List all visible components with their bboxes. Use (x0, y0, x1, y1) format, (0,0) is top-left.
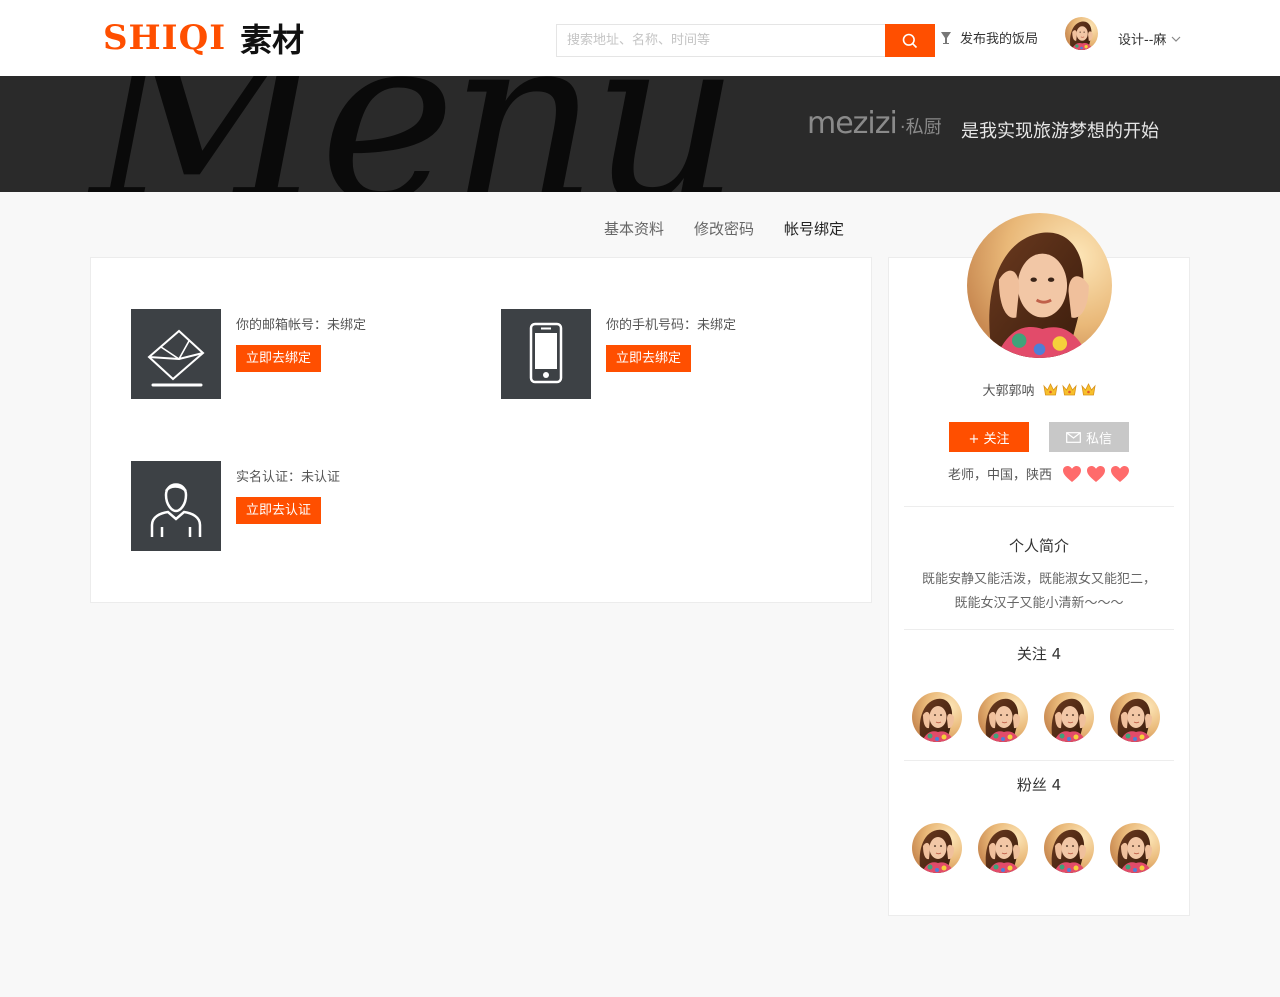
following-avatar[interactable] (912, 692, 962, 742)
profile-name-row: 大郭郭呐 (888, 380, 1190, 399)
following-title: 关注 4 (1016, 645, 1062, 663)
search-box (556, 24, 935, 57)
banner-brand: mezizi ·私厨 (807, 106, 942, 141)
bio-text: 既能安静又能活泼，既能淑女又能犯二， 既能女汉子又能小清新～～～ (904, 568, 1174, 616)
avatar-image (978, 823, 1028, 873)
avatar-image (978, 692, 1028, 742)
phone-binding: 你的手机号码：未绑定 立即去绑定 (501, 309, 736, 399)
email-binding-info: 你的邮箱帐号：未绑定 立即去绑定 (236, 309, 366, 399)
realname-tile (131, 461, 221, 551)
mobile-phone-icon (529, 322, 563, 384)
search-input[interactable] (557, 25, 887, 56)
phone-binding-status: 你的手机号码：未绑定 (606, 318, 737, 333)
verify-realname-button[interactable]: 立即去认证 (236, 497, 322, 524)
crown-icon (1042, 382, 1058, 395)
fan-avatar[interactable] (978, 823, 1028, 873)
avatar-image (912, 692, 962, 742)
profile-name: 大郭郭呐 (982, 384, 1035, 399)
header-avatar[interactable] (1065, 17, 1098, 50)
avatar-image (1065, 17, 1098, 50)
level-crowns (1039, 382, 1096, 397)
binding-panel: 你的邮箱帐号：未绑定 立即去绑定 你的手机号码：未绑定 立即去绑定 实名认证：未… (90, 257, 872, 603)
mail-icon (1066, 431, 1081, 443)
fan-avatar[interactable] (912, 823, 962, 873)
avatar-image (1044, 823, 1094, 873)
heart-icon (1063, 465, 1081, 482)
logo-text-en: SHIQI (103, 18, 227, 58)
following-avatar[interactable] (1110, 692, 1160, 742)
publish-link[interactable]: 发布我的饭局 (940, 28, 1038, 47)
settings-tabs: 基本资料 修改密码 帐号绑定 (604, 218, 844, 239)
hero-banner: Menu mezizi ·私厨 是我实现旅游梦想的开始 (0, 76, 1280, 192)
following-list (912, 692, 1176, 742)
bind-email-button[interactable]: 立即去绑定 (236, 345, 322, 372)
brand-text-en: mezizi (807, 106, 898, 141)
email-binding-status: 你的邮箱帐号：未绑定 (236, 318, 367, 333)
following-avatar[interactable] (978, 692, 1028, 742)
realname-status: 实名认证：未认证 (236, 470, 341, 485)
crown-icon (1080, 382, 1096, 395)
brand-text-cn: ·私厨 (899, 117, 942, 138)
divider (904, 760, 1174, 761)
phone-binding-info: 你的手机号码：未绑定 立即去绑定 (606, 309, 736, 399)
heart-icon (1087, 465, 1105, 482)
avatar-image (1044, 692, 1094, 742)
banner-slogan: 是我实现旅游梦想的开始 (961, 121, 1159, 142)
user-menu-label: 设计--麻 (1118, 33, 1167, 48)
search-icon (902, 33, 918, 49)
user-menu-dropdown[interactable]: 设计--麻 (1118, 29, 1181, 48)
avatar-image (1110, 823, 1160, 873)
following-avatar[interactable] (1044, 692, 1094, 742)
profile-avatar-image (967, 213, 1112, 358)
message-button-label: 私信 (1085, 431, 1112, 447)
follow-button[interactable]: + 关注 (949, 422, 1029, 452)
bio-title: 个人简介 (1008, 537, 1069, 555)
person-icon (150, 483, 202, 537)
fan-avatar[interactable] (1110, 823, 1160, 873)
avatar-image (912, 823, 962, 873)
phone-tile (501, 309, 591, 399)
profile-actions: + 关注 私信 (949, 422, 1129, 452)
heart-rating (1058, 465, 1130, 483)
tab-basic-info[interactable]: 基本资料 (604, 218, 664, 239)
heart-icon (1111, 465, 1129, 482)
logo-text-cn: 素材 (240, 21, 305, 59)
realname-info: 实名认证：未认证 立即去认证 (236, 461, 340, 551)
publish-label: 发布我的饭局 (960, 32, 1039, 47)
search-button[interactable] (885, 24, 935, 57)
bio-line: 既能安静又能活泼，既能淑女又能犯二， (921, 572, 1156, 587)
fans-title: 粉丝 4 (1016, 776, 1062, 794)
profile-avatar[interactable] (967, 213, 1112, 358)
bio-line: 既能女汉子又能小清新～～～ (954, 596, 1124, 611)
fans-list (912, 823, 1176, 873)
site-logo[interactable]: SHIQI 素材 (103, 17, 304, 59)
divider (904, 629, 1174, 630)
divider (904, 506, 1174, 507)
message-button[interactable]: 私信 (1049, 422, 1129, 452)
email-tile (131, 309, 221, 399)
email-binding: 你的邮箱帐号：未绑定 立即去绑定 (131, 309, 366, 399)
realname-verification: 实名认证：未认证 立即去认证 (131, 461, 340, 551)
banner-script-text: Menu (90, 76, 740, 192)
top-header: SHIQI 素材 发布我的饭局 设计--麻 (0, 0, 1280, 76)
chevron-down-icon (1171, 36, 1181, 42)
goblet-icon (941, 31, 951, 44)
avatar-image (1110, 692, 1160, 742)
tab-change-password[interactable]: 修改密码 (694, 218, 754, 239)
envelope-icon (147, 329, 205, 387)
crown-icon (1061, 382, 1077, 395)
fan-avatar[interactable] (1044, 823, 1094, 873)
profile-meta: 老师，中国，陕西 (888, 464, 1190, 483)
profile-location: 老师，中国，陕西 (947, 468, 1052, 483)
tab-account-binding[interactable]: 帐号绑定 (784, 218, 844, 239)
bind-phone-button[interactable]: 立即去绑定 (606, 345, 692, 372)
